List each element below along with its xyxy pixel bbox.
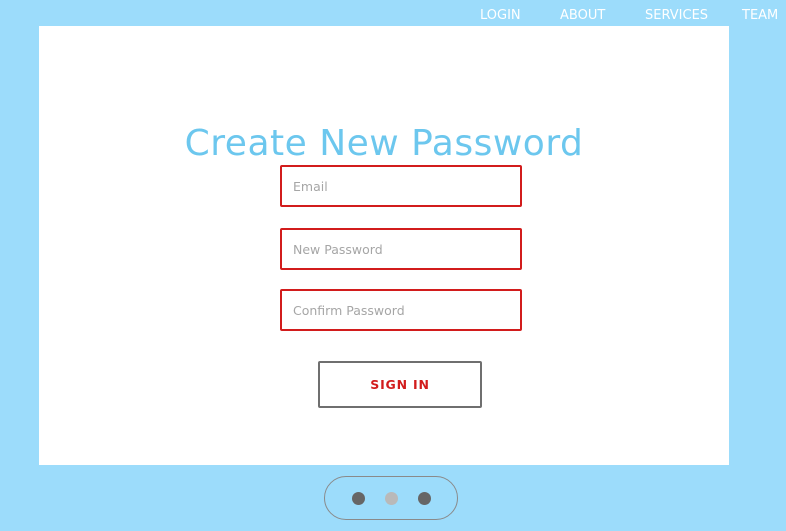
nav-link-services[interactable]: SERVICES	[645, 8, 708, 24]
nav-link-about[interactable]: ABOUT	[560, 8, 605, 24]
sign-in-button[interactable]: SIGN IN	[318, 361, 482, 408]
pagination-dot-1[interactable]	[352, 492, 365, 505]
nav-link-team[interactable]: TEAM	[742, 8, 778, 24]
pagination-control	[324, 476, 458, 520]
email-field[interactable]	[280, 165, 522, 207]
pagination-dot-2-active[interactable]	[385, 492, 398, 505]
confirm-password-field[interactable]	[280, 289, 522, 331]
pagination-dot-3[interactable]	[418, 492, 431, 505]
nav-link-login[interactable]: LOGIN	[480, 8, 521, 24]
top-nav: LOGIN ABOUT SERVICES TEAM	[0, 8, 786, 26]
new-password-field[interactable]	[280, 228, 522, 270]
password-card: Create New Password SIGN IN	[39, 26, 729, 465]
page-title: Create New Password	[184, 123, 584, 164]
